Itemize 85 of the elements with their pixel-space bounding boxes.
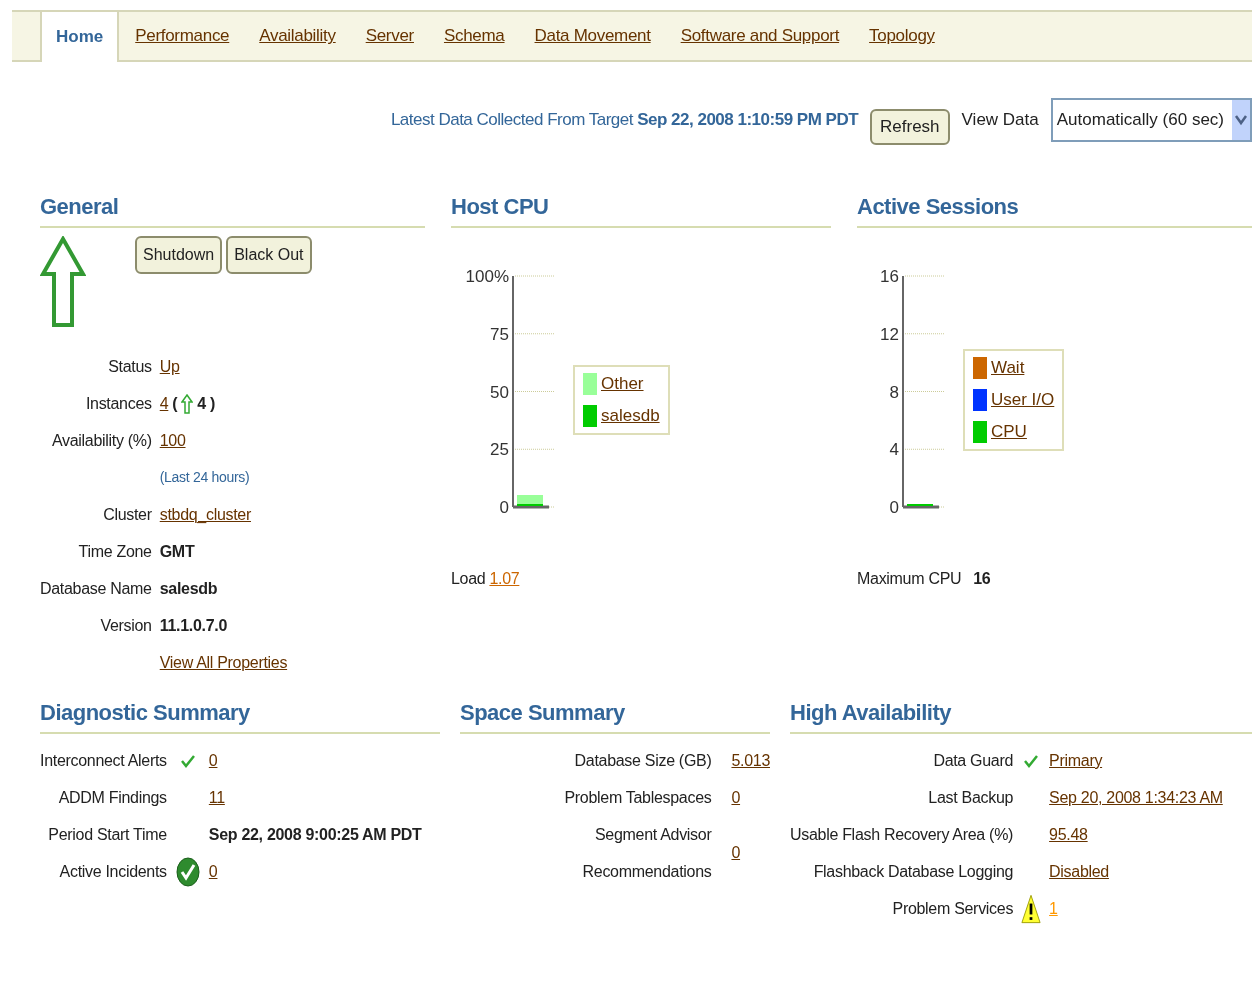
dropdown-icon [1232, 100, 1250, 140]
value-link[interactable]: 0 [731, 785, 741, 810]
nav-tab[interactable]: Performance [121, 12, 244, 60]
nav-tab[interactable]: Software and Support [666, 12, 854, 60]
tick-label: 0 [499, 498, 509, 517]
field-label: Availability (%) [50, 431, 152, 451]
field-label: ADDM Findings [57, 788, 167, 808]
tick-label: 12 [880, 324, 899, 344]
field-label: Period Start Time [47, 825, 167, 845]
field-label: Problem Services [891, 899, 1014, 919]
section-title: Diagnostic Summary [40, 699, 251, 727]
max-cpu-value: 16 [973, 569, 991, 589]
field-label: Status [107, 357, 152, 377]
value-link[interactable]: View All Properties [159, 644, 288, 681]
field-label: Last Backup [927, 788, 1014, 808]
field-label: Active Incidents [58, 862, 167, 882]
load-label: Load [451, 569, 486, 589]
legend-link[interactable]: Wait [991, 354, 1025, 381]
field-label: Flashback Database Logging [812, 862, 1014, 882]
tick-label: 75 [490, 324, 509, 344]
value-link[interactable]: 95.48 [1049, 822, 1088, 847]
field-label: Interconnect Alerts [40, 751, 167, 771]
value-link[interactable]: Sep 20, 2008 1:34:23 AM [1049, 785, 1223, 810]
up-arrow-icon [40, 236, 86, 328]
last-collected-text: Latest Data Collected From Target Sep 22, 2008 1:10:59 PM PDT [390, 109, 859, 132]
nav-tab[interactable]: Server [351, 12, 428, 60]
section-title: Host CPU [451, 193, 550, 221]
field-label: Cluster [102, 505, 152, 525]
field-label: Database Size (GB) [574, 751, 712, 771]
field-label: Database Name [40, 579, 152, 599]
section-title: High Availability [790, 699, 953, 727]
tick-label: 25 [490, 440, 509, 460]
value-link[interactable]: 0 [731, 841, 741, 865]
up-arrow-icon [181, 393, 194, 414]
value-link[interactable]: Primary [1049, 748, 1103, 773]
tick-label: 4 [889, 440, 899, 460]
tick-label: 0 [889, 498, 899, 517]
tick-label: 16 [880, 267, 899, 286]
field-label: Data Guard [932, 751, 1014, 771]
note-text: (Last 24 hours) [159, 468, 250, 487]
field-value: Sep 22, 2008 9:00:25 AM PDT [208, 824, 422, 845]
field-value: salesdb [159, 579, 218, 599]
section-title: Active Sessions [857, 193, 1020, 221]
legend-link[interactable]: CPU [991, 418, 1027, 445]
nav-tab[interactable]: Schema [429, 12, 519, 60]
tick-label: 100% [465, 267, 509, 286]
field-value: 11.1.0.7.0 [159, 616, 227, 636]
value-link[interactable]: stbdq_cluster [159, 496, 251, 533]
paren-text: ) [209, 394, 215, 414]
action-button[interactable]: Shutdown [135, 236, 223, 274]
value-link[interactable]: 100 [159, 422, 186, 459]
value-link[interactable]: 11 [208, 785, 225, 810]
load-link[interactable]: 1.07 [489, 567, 520, 591]
paren-text: ( [172, 394, 178, 414]
nav-tab[interactable]: Topology [855, 12, 949, 60]
legend-link[interactable]: Other [601, 370, 644, 397]
value-link[interactable]: Up [159, 348, 180, 385]
view-data-select[interactable]: Automatically (60 sec) [1050, 98, 1252, 142]
value-link[interactable]: 5.013 [731, 748, 770, 773]
field-value: GMT [159, 542, 195, 562]
refresh-button[interactable]: Refresh [870, 109, 950, 145]
field-label: Problem Tablespaces [564, 788, 712, 808]
tick-label: 8 [889, 382, 899, 402]
tick-label: 50 [490, 382, 509, 402]
section-title: General [40, 193, 120, 221]
up-count-text: 4 [197, 394, 206, 414]
value-link[interactable]: 4 [159, 385, 169, 422]
field-label: Time Zone [77, 542, 152, 562]
value-link[interactable]: 0 [208, 748, 218, 773]
value-link[interactable]: Disabled [1049, 859, 1109, 884]
section-title: Space Summary [460, 699, 626, 727]
legend-link[interactable]: User I/O [991, 386, 1055, 413]
view-data-label: View Data [961, 109, 1039, 132]
action-button[interactable]: Black Out [226, 236, 312, 274]
nav-tab[interactable]: Data Movement [520, 12, 665, 60]
legend-link[interactable]: salesdb [601, 402, 660, 429]
field-label: Instances [84, 394, 152, 414]
value-link[interactable]: 0 [208, 859, 218, 884]
field-label: Segment Advisor Recommendations [581, 825, 712, 882]
max-cpu-label: Maximum CPU [857, 569, 962, 589]
nav-tab[interactable]: Availability [245, 12, 350, 60]
field-label: Usable Flash Recovery Area (%) [790, 825, 1014, 845]
field-label: Version [99, 616, 152, 636]
nav-tab[interactable]: Home [40, 12, 120, 62]
chart-area-drawing [517, 495, 543, 506]
